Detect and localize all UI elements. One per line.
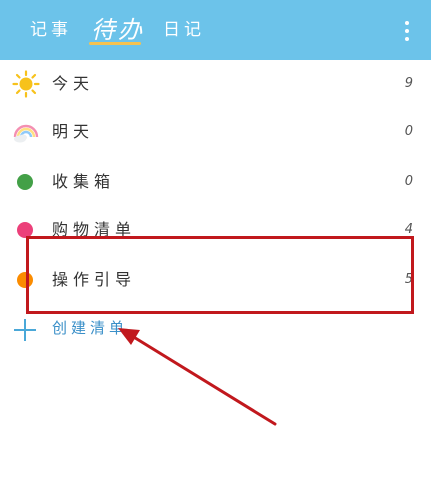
list-label: 收集箱: [52, 172, 116, 191]
list-item-inbox[interactable]: 收集箱 0: [0, 162, 431, 202]
list-label: 明天: [52, 122, 95, 141]
create-list-label: 创建清单: [52, 319, 129, 337]
app-header: 记事 待办 日记: [0, 0, 431, 60]
list-item-tomorrow[interactable]: 明天 0: [0, 112, 431, 152]
list-count: 0: [404, 124, 413, 139]
tab-notes[interactable]: 记事: [30, 0, 72, 60]
list-label: 今天: [52, 74, 95, 93]
sun-icon: [12, 70, 40, 98]
active-tab-indicator: [89, 42, 141, 45]
tab-todo[interactable]: 待办: [91, 0, 145, 60]
list-item-today[interactable]: 今天 9: [0, 64, 431, 104]
list-count: 9: [404, 76, 413, 91]
rainbow-icon: [13, 124, 39, 143]
highlight-box: [26, 236, 414, 314]
more-options-icon[interactable]: [402, 21, 412, 41]
list-count: 0: [404, 174, 413, 189]
create-list-button[interactable]: 创建清单: [0, 310, 431, 350]
tab-diary[interactable]: 日记: [163, 0, 205, 60]
green-dot-icon: [17, 174, 33, 190]
